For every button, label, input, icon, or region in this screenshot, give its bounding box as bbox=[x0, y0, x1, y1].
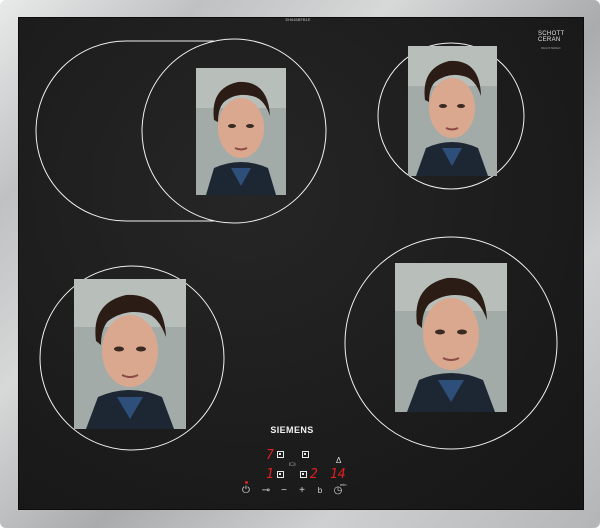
glass-brand-sub: REGISTERED bbox=[541, 46, 561, 50]
timer-zone-display: 2 bbox=[310, 467, 318, 482]
portrait-photo-rear-left bbox=[196, 68, 286, 195]
power-level-display-top: 7 bbox=[266, 448, 274, 463]
dual-zone-icon[interactable]: |◯| bbox=[289, 462, 296, 466]
zone-select-rear-right[interactable] bbox=[302, 451, 309, 458]
zone-select-rear-left[interactable] bbox=[277, 451, 284, 458]
brand-logo: SIEMENS bbox=[270, 425, 314, 435]
portrait-photo-front-right bbox=[395, 263, 507, 412]
glass-brand-line2: CERAN bbox=[538, 37, 561, 43]
power-indicator-led bbox=[245, 481, 248, 484]
booster-button[interactable]: b bbox=[314, 486, 326, 496]
zone-select-front-right[interactable] bbox=[300, 471, 307, 478]
cooking-zones-layer bbox=[35, 38, 558, 451]
zone-select-front-left[interactable] bbox=[277, 471, 284, 478]
bell-icon[interactable]: Δ bbox=[336, 456, 341, 466]
model-number-text: EH645BFB1E bbox=[285, 17, 311, 22]
rear-left-extension-outline bbox=[35, 40, 214, 222]
portrait-photo-front-left bbox=[74, 279, 186, 429]
timer-clock-icon[interactable]: ◷ bbox=[332, 486, 344, 496]
portrait-photo-rear-right bbox=[408, 46, 497, 176]
minus-button[interactable]: − bbox=[278, 486, 290, 496]
power-icon[interactable]: ⏻ bbox=[240, 486, 252, 496]
timer-minutes-display: 14 bbox=[330, 467, 346, 482]
power-level-display-bottom: 1 bbox=[266, 467, 274, 482]
plus-button[interactable]: + bbox=[296, 486, 308, 496]
child-lock-key-icon[interactable]: ⊸ bbox=[259, 486, 273, 496]
glass-brand-logo: SCHOTT CERAN bbox=[538, 31, 564, 43]
